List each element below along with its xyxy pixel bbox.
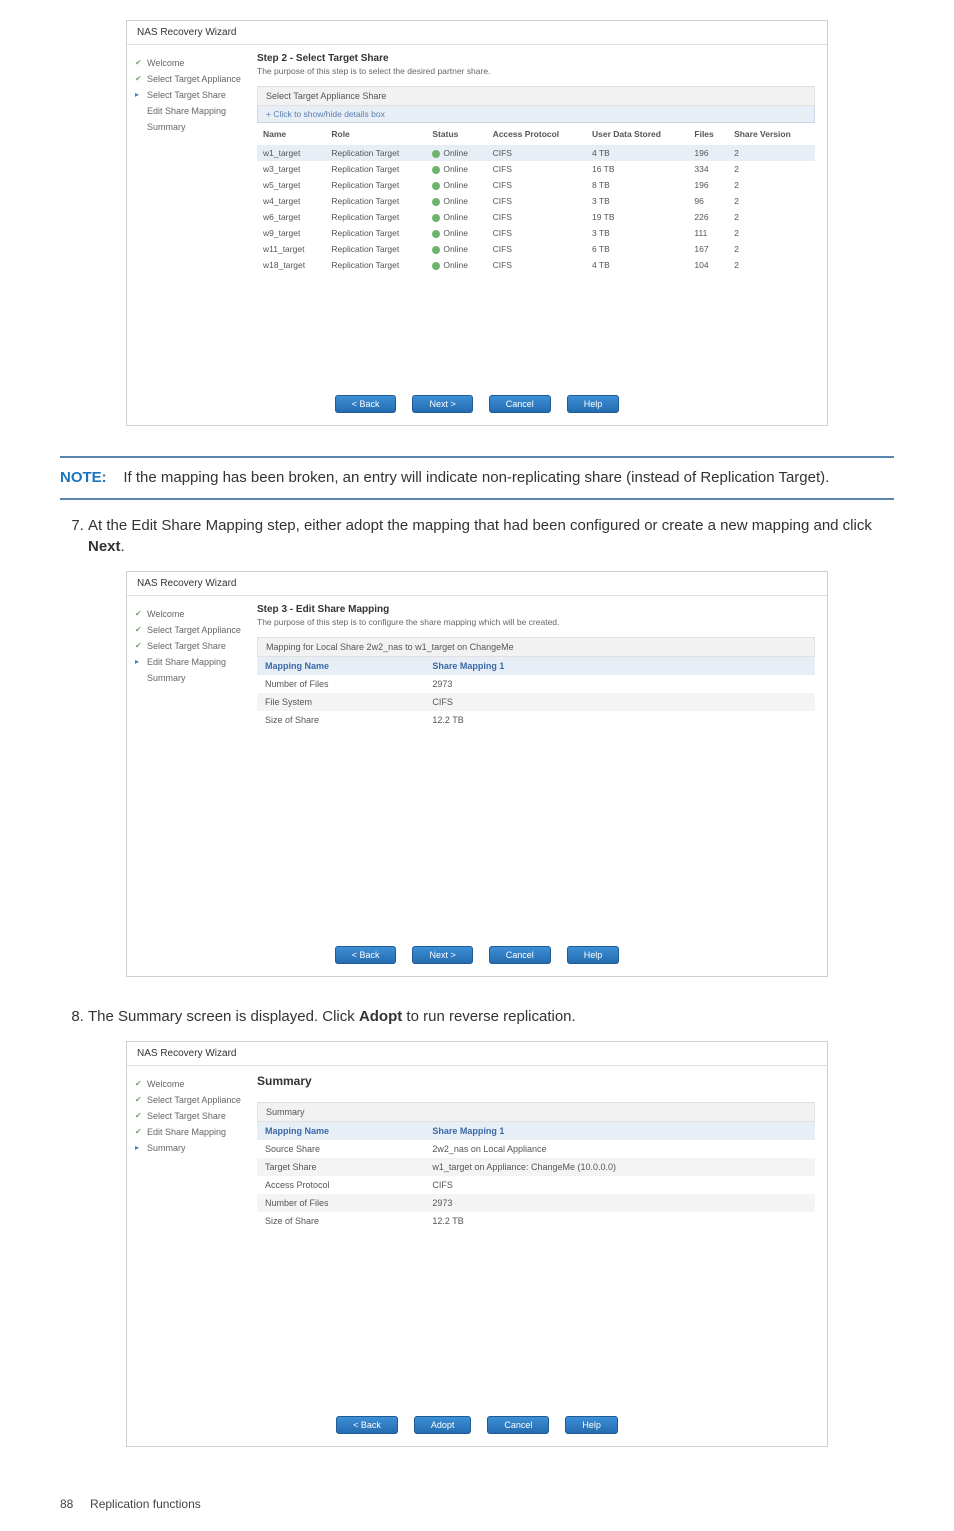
- note-label: NOTE:: [60, 469, 107, 486]
- status-online-icon: [432, 150, 440, 158]
- sidebar-item-summary[interactable]: Summary: [135, 1140, 249, 1156]
- expand-details-bar[interactable]: + Click to show/hide details box: [257, 106, 815, 123]
- table-row[interactable]: w5_targetReplication TargetOnlineCIFS8 T…: [257, 177, 815, 193]
- sidebar-item-select-target-share[interactable]: Select Target Share: [135, 87, 249, 103]
- kv-row: Source Share2w2_nas on Local Appliance: [257, 1140, 815, 1158]
- status-online-icon: [432, 214, 440, 222]
- mapping-details-table: Mapping NameShare Mapping 1Number of Fil…: [257, 657, 815, 729]
- status-online-icon: [432, 230, 440, 238]
- panel-header: Summary: [257, 1102, 815, 1122]
- wizard-step2: NAS Recovery Wizard Welcome Select Targe…: [126, 20, 828, 426]
- summary-table: Mapping NameShare Mapping 1Source Share2…: [257, 1122, 815, 1230]
- kv-row: Number of Files2973: [257, 1194, 815, 1212]
- col-access-protocol[interactable]: Access Protocol: [487, 123, 586, 145]
- next-button[interactable]: Next >: [412, 946, 472, 964]
- table-row[interactable]: w9_targetReplication TargetOnlineCIFS3 T…: [257, 225, 815, 241]
- sidebar-item-welcome[interactable]: Welcome: [135, 1076, 249, 1092]
- footer-section: Replication functions: [90, 1497, 201, 1511]
- status-online-icon: [432, 262, 440, 270]
- sidebar-item-welcome[interactable]: Welcome: [135, 606, 249, 622]
- table-row[interactable]: w11_targetReplication TargetOnlineCIFS6 …: [257, 241, 815, 257]
- status-online-icon: [432, 182, 440, 190]
- help-button[interactable]: Help: [565, 1416, 618, 1434]
- page-number: 88: [60, 1497, 73, 1511]
- wizard-sidebar: Welcome Select Target Appliance Select T…: [127, 45, 257, 385]
- help-button[interactable]: Help: [567, 946, 620, 964]
- table-row[interactable]: w3_targetReplication TargetOnlineCIFS16 …: [257, 161, 815, 177]
- sidebar-item-welcome[interactable]: Welcome: [135, 55, 249, 71]
- cancel-button[interactable]: Cancel: [489, 946, 551, 964]
- sidebar-item-edit-share-mapping[interactable]: Edit Share Mapping: [135, 103, 249, 119]
- next-button[interactable]: Next >: [412, 395, 472, 413]
- table-row[interactable]: w4_targetReplication TargetOnlineCIFS3 T…: [257, 193, 815, 209]
- sidebar-item-summary[interactable]: Summary: [135, 119, 249, 135]
- sidebar-item-select-target-share[interactable]: Select Target Share: [135, 1108, 249, 1124]
- col-role[interactable]: Role: [325, 123, 426, 145]
- table-row[interactable]: w18_targetReplication TargetOnlineCIFS4 …: [257, 257, 815, 273]
- help-button[interactable]: Help: [567, 395, 620, 413]
- page-footer: 88 Replication functions: [60, 1477, 894, 1511]
- kv-row: Access ProtocolCIFS: [257, 1176, 815, 1194]
- table-row[interactable]: w6_targetReplication TargetOnlineCIFS19 …: [257, 209, 815, 225]
- panel-header: Mapping for Local Share 2w2_nas to w1_ta…: [257, 637, 815, 657]
- instruction-7: At the Edit Share Mapping step, either a…: [88, 516, 894, 571]
- kv-row: Target Sharew1_target on Appliance: Chan…: [257, 1158, 815, 1176]
- note-block: NOTE: If the mapping has been broken, an…: [60, 456, 894, 500]
- col-user-data-stored[interactable]: User Data Stored: [586, 123, 688, 145]
- kv-row: File SystemCIFS: [257, 693, 815, 711]
- shares-table: Name Role Status Access Protocol User Da…: [257, 123, 815, 273]
- wizard-summary: NAS Recovery Wizard Welcome Select Targe…: [126, 1041, 828, 1447]
- sidebar-item-edit-share-mapping[interactable]: Edit Share Mapping: [135, 1124, 249, 1140]
- kv-row: Size of Share12.2 TB: [257, 1212, 815, 1230]
- status-online-icon: [432, 246, 440, 254]
- kv-row: Number of Files2973: [257, 675, 815, 693]
- sidebar-item-select-target-share[interactable]: Select Target Share: [135, 638, 249, 654]
- cancel-button[interactable]: Cancel: [489, 395, 551, 413]
- sidebar-item-summary[interactable]: Summary: [135, 670, 249, 686]
- status-online-icon: [432, 198, 440, 206]
- table-row[interactable]: w1_targetReplication TargetOnlineCIFS4 T…: [257, 145, 815, 161]
- sidebar-item-edit-share-mapping[interactable]: Edit Share Mapping: [135, 654, 249, 670]
- step-title: Step 2 - Select Target Share: [257, 53, 815, 64]
- wizard-window-title: NAS Recovery Wizard: [127, 1042, 827, 1066]
- back-button[interactable]: < Back: [335, 395, 397, 413]
- wizard-window-title: NAS Recovery Wizard: [127, 572, 827, 596]
- wizard-sidebar: Welcome Select Target Appliance Select T…: [127, 1066, 257, 1406]
- col-status[interactable]: Status: [426, 123, 486, 145]
- back-button[interactable]: < Back: [336, 1416, 398, 1434]
- step-title: Step 3 - Edit Share Mapping: [257, 604, 815, 615]
- wizard-step3: NAS Recovery Wizard Welcome Select Targe…: [126, 571, 828, 977]
- sidebar-item-select-target-appliance[interactable]: Select Target Appliance: [135, 1092, 249, 1108]
- kv-row: Size of Share12.2 TB: [257, 711, 815, 729]
- kv-row: Mapping NameShare Mapping 1: [257, 1122, 815, 1140]
- wizard-window-title: NAS Recovery Wizard: [127, 21, 827, 45]
- step-desc: The purpose of this step is to configure…: [257, 617, 815, 627]
- panel-header: Select Target Appliance Share: [257, 86, 815, 106]
- cancel-button[interactable]: Cancel: [487, 1416, 549, 1434]
- step-title: Summary: [257, 1074, 815, 1088]
- kv-row: Mapping NameShare Mapping 1: [257, 657, 815, 675]
- step-desc: The purpose of this step is to select th…: [257, 66, 815, 76]
- sidebar-item-select-target-appliance[interactable]: Select Target Appliance: [135, 71, 249, 87]
- col-name[interactable]: Name: [257, 123, 325, 145]
- col-share-version[interactable]: Share Version: [728, 123, 815, 145]
- adopt-button[interactable]: Adopt: [414, 1416, 472, 1434]
- wizard-sidebar: Welcome Select Target Appliance Select T…: [127, 596, 257, 936]
- back-button[interactable]: < Back: [335, 946, 397, 964]
- note-text: If the mapping has been broken, an entry…: [123, 469, 829, 486]
- status-online-icon: [432, 166, 440, 174]
- instruction-8: The Summary screen is displayed. Click A…: [88, 1007, 894, 1041]
- sidebar-item-select-target-appliance[interactable]: Select Target Appliance: [135, 622, 249, 638]
- col-files[interactable]: Files: [688, 123, 728, 145]
